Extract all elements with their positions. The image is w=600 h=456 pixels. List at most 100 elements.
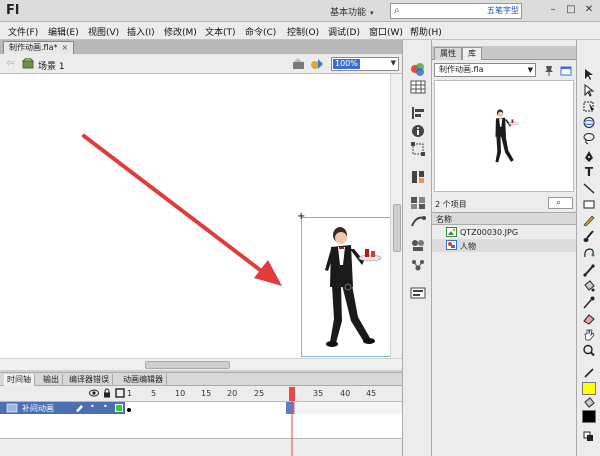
menu-bar: 文件(F) 编辑(E) 视图(V) 插入(I) 修改(M) 文本(T) 命令(C… bbox=[0, 22, 600, 40]
lock-icon[interactable] bbox=[102, 388, 112, 398]
layer-name-cell[interactable]: 补间动画 • • bbox=[0, 402, 125, 414]
pencil-icon bbox=[76, 405, 83, 412]
workspace-label: 基本功能 bbox=[330, 8, 367, 18]
pencil-tool-icon[interactable] bbox=[582, 214, 596, 227]
menu-text[interactable]: 文本(T) bbox=[205, 25, 236, 38]
motion-presets-icon[interactable] bbox=[410, 214, 426, 228]
tools-panel: T bbox=[576, 40, 600, 456]
tab-motion-editor[interactable]: 动画编辑器 bbox=[120, 374, 167, 386]
document-tab-bar: 制作动画.fla* × bbox=[0, 40, 402, 54]
maximize-button[interactable]: □ bbox=[564, 4, 578, 17]
outline-icon[interactable] bbox=[115, 388, 125, 398]
subselection-tool-icon[interactable] bbox=[582, 84, 596, 97]
menu-debug[interactable]: 调试(D) bbox=[328, 25, 360, 38]
3d-rotation-tool-icon[interactable] bbox=[582, 116, 596, 129]
playhead[interactable] bbox=[289, 387, 295, 456]
color-icon[interactable] bbox=[410, 62, 426, 76]
project-icon[interactable] bbox=[410, 238, 426, 252]
stroke-color-swatch[interactable] bbox=[582, 382, 596, 395]
fill-color-swatch[interactable] bbox=[582, 410, 596, 423]
rectangle-tool-icon[interactable] bbox=[582, 198, 596, 211]
eyedropper-tool-icon[interactable] bbox=[582, 296, 596, 309]
outline-color-swatch[interactable] bbox=[115, 404, 123, 412]
frame-number: 10 bbox=[175, 389, 186, 398]
visible-dot[interactable]: • bbox=[90, 402, 95, 411]
code-snippets-icon[interactable] bbox=[410, 170, 426, 184]
edit-symbols-icon[interactable] bbox=[310, 57, 324, 70]
transform-icon[interactable] bbox=[410, 142, 426, 156]
library-column-header[interactable]: 名称 bbox=[432, 212, 576, 225]
menu-control[interactable]: 控制(O) bbox=[287, 25, 319, 38]
stage-horizontal-scrollbar[interactable] bbox=[0, 358, 402, 370]
align-icon[interactable] bbox=[410, 106, 426, 120]
scroll-thumb[interactable] bbox=[393, 204, 401, 252]
timeline-header: 1 5 10 15 20 25 30 35 40 45 bbox=[0, 386, 402, 402]
menu-window[interactable]: 窗口(W) bbox=[369, 25, 403, 38]
edit-scene-icon[interactable] bbox=[292, 57, 306, 70]
tab-compiler-errors[interactable]: 编译器错误 bbox=[66, 374, 113, 386]
help-search-input[interactable]: ⌕ 五笔字型 bbox=[390, 3, 522, 19]
layer-frames[interactable] bbox=[126, 402, 402, 414]
fill-color-icon[interactable] bbox=[582, 397, 596, 410]
minimize-button[interactable]: – bbox=[546, 4, 560, 17]
stage-vertical-scrollbar[interactable] bbox=[390, 74, 402, 358]
menu-help[interactable]: 帮助(H) bbox=[410, 25, 442, 38]
library-toolbar: 制作动画.fla ▼ bbox=[432, 61, 576, 79]
bone-tool-icon[interactable] bbox=[582, 264, 596, 277]
new-library-panel-icon[interactable] bbox=[560, 65, 572, 76]
swap-colors-icon[interactable] bbox=[582, 430, 596, 443]
chevron-down-icon: ▾ bbox=[370, 9, 374, 17]
menu-modify[interactable]: 修改(M) bbox=[164, 25, 197, 38]
line-tool-icon[interactable] bbox=[582, 182, 596, 195]
output-icon[interactable] bbox=[410, 286, 426, 300]
library-item[interactable]: 人物 bbox=[432, 239, 576, 252]
tab-timeline[interactable]: 时间轴 bbox=[4, 374, 35, 386]
workspace-switcher[interactable]: 基本功能 ▾ bbox=[330, 5, 374, 18]
menu-file[interactable]: 文件(F) bbox=[8, 25, 38, 38]
frame-grid bbox=[127, 402, 402, 414]
hand-tool-icon[interactable] bbox=[582, 328, 596, 341]
back-arrow-icon[interactable]: ⇦ bbox=[6, 58, 14, 69]
movie-explorer-icon[interactable] bbox=[410, 258, 426, 272]
search-icon: ⌕ bbox=[394, 5, 400, 16]
deco-tool-icon[interactable] bbox=[582, 246, 596, 259]
paint-bucket-tool-icon[interactable] bbox=[582, 280, 596, 293]
tab-library[interactable]: 库 bbox=[462, 47, 482, 60]
library-preview bbox=[434, 80, 574, 192]
scroll-thumb[interactable] bbox=[145, 361, 230, 369]
library-count-row: 2 个项目 ⌕ bbox=[432, 195, 576, 211]
library-search-input[interactable]: ⌕ bbox=[548, 197, 573, 209]
layer-row[interactable]: 补间动画 • • bbox=[0, 402, 402, 414]
eraser-tool-icon[interactable] bbox=[582, 312, 596, 325]
menu-view[interactable]: 视图(V) bbox=[88, 25, 119, 38]
tab-output[interactable]: 输出 bbox=[40, 374, 63, 386]
document-tab[interactable]: 制作动画.fla* × bbox=[3, 41, 75, 54]
zoom-tool-icon[interactable] bbox=[582, 344, 596, 357]
lasso-tool-icon[interactable] bbox=[582, 132, 596, 145]
library-item-name: 人物 bbox=[460, 242, 476, 251]
brush-tool-icon[interactable] bbox=[582, 230, 596, 243]
close-button[interactable]: ✕ bbox=[582, 4, 596, 17]
eye-icon[interactable] bbox=[89, 388, 99, 398]
selection-tool-icon[interactable] bbox=[582, 68, 596, 81]
tab-properties[interactable]: 属性 bbox=[434, 47, 462, 60]
menu-commands[interactable]: 命令(C) bbox=[245, 25, 276, 38]
components-icon[interactable] bbox=[410, 196, 426, 210]
frame-number: 35 bbox=[313, 389, 324, 398]
library-item[interactable]: QTZ00030.JPG bbox=[432, 226, 576, 239]
pin-icon[interactable] bbox=[543, 65, 555, 76]
text-tool-icon[interactable]: T bbox=[582, 166, 596, 179]
lock-dot[interactable]: • bbox=[103, 402, 108, 411]
scene-label: 场景 1 bbox=[38, 62, 65, 72]
stroke-color-icon[interactable] bbox=[582, 366, 596, 379]
menu-edit[interactable]: 编辑(E) bbox=[48, 25, 79, 38]
waiter-character-image[interactable] bbox=[318, 225, 388, 350]
free-transform-tool-icon[interactable] bbox=[582, 100, 596, 113]
zoom-select[interactable]: 100% ▼ bbox=[331, 57, 399, 71]
info-icon[interactable] bbox=[410, 124, 426, 138]
swatches-icon[interactable] bbox=[410, 80, 426, 94]
library-document-select[interactable]: 制作动画.fla ▼ bbox=[434, 63, 536, 77]
menu-insert[interactable]: 插入(I) bbox=[127, 25, 155, 38]
pen-tool-icon[interactable] bbox=[582, 150, 596, 163]
close-icon[interactable]: × bbox=[61, 43, 68, 52]
